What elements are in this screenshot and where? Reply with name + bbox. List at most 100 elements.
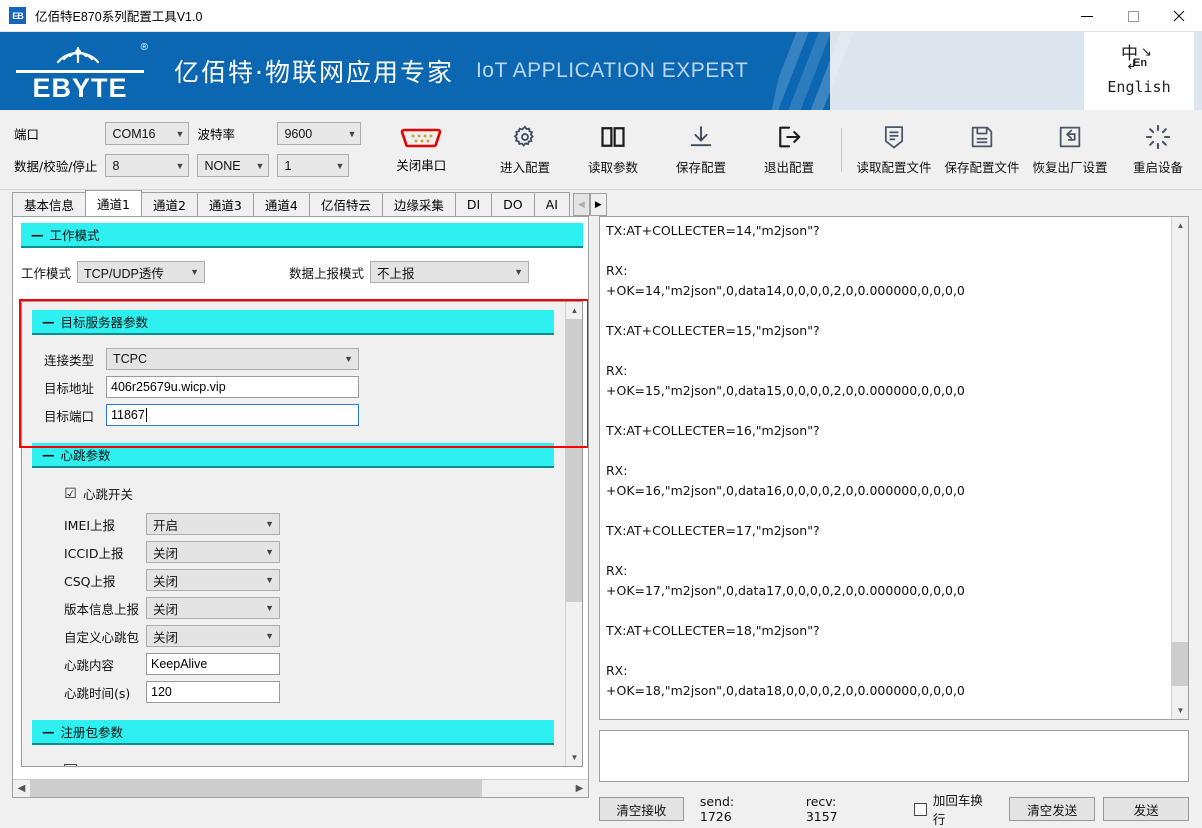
tab-di[interactable]: DI bbox=[455, 192, 492, 216]
close-button[interactable] bbox=[1156, 0, 1202, 32]
receive-log-box[interactable]: TX:AT+COLLECTER=14,"m2json"? RX: +OK=14,… bbox=[599, 216, 1189, 720]
register-switch-row[interactable] bbox=[64, 757, 554, 767]
save-config-button[interactable]: 保存配置 bbox=[657, 118, 745, 182]
version-report-select[interactable]: 关闭 ▼ bbox=[146, 597, 280, 619]
port-value: COM16 bbox=[112, 127, 155, 141]
csq-report-select[interactable]: 关闭 ▼ bbox=[146, 569, 280, 591]
report-mode-value: 不上报 bbox=[377, 263, 415, 282]
slogan-chinese: 亿佰特·物联网应用专家 bbox=[174, 53, 454, 89]
pane-horizontal-scrollbar[interactable]: ◀ ▶ bbox=[13, 779, 588, 797]
crlf-checkbox[interactable] bbox=[914, 803, 927, 816]
minimize-button[interactable] bbox=[1064, 0, 1110, 32]
tab-edge-collection[interactable]: 边缘采集 bbox=[382, 192, 456, 216]
settings-vertical-scrollbar[interactable]: ▲ ▼ bbox=[565, 302, 582, 766]
baud-select[interactable]: 9600▼ bbox=[277, 122, 361, 145]
parity-select[interactable]: NONE▼ bbox=[197, 154, 269, 177]
port-select[interactable]: COM16 ▼ bbox=[105, 122, 189, 145]
restart-icon bbox=[1144, 123, 1172, 151]
save-config-file-button[interactable]: 保存配置文件 bbox=[938, 118, 1026, 182]
main-content: — 工作模式 工作模式 TCP/UDP透传 ▼ 数据上报模式 不上报 ▼ bbox=[0, 216, 1202, 798]
send-input[interactable] bbox=[599, 730, 1189, 782]
scroll-up-button[interactable]: ▲ bbox=[566, 302, 583, 319]
settings-scroll-content: — 目标服务器参数 连接类型 TCPC ▼ 目标地址 406r25679u.w bbox=[22, 302, 564, 766]
scroll-right-button[interactable]: ▶ bbox=[571, 780, 588, 797]
stopbits-select[interactable]: 1▼ bbox=[277, 154, 349, 177]
imei-report-row: IMEI上报 开启 ▼ bbox=[32, 510, 554, 538]
heartbeat-switch-row[interactable]: ☑ 心跳开关 bbox=[64, 480, 554, 506]
heartbeat-section-header[interactable]: — 心跳参数 bbox=[32, 443, 554, 468]
tab-do[interactable]: DO bbox=[491, 192, 534, 216]
heartbeat-time-input[interactable]: 120 bbox=[146, 681, 280, 703]
crlf-toggle[interactable]: 加回车换行 bbox=[914, 790, 995, 828]
enter-config-button[interactable]: 进入配置 bbox=[481, 118, 569, 182]
dest-port-row: 目标端口 11867 bbox=[32, 401, 554, 429]
log-scroll-down-button[interactable]: ▼ bbox=[1172, 702, 1189, 719]
read-params-button[interactable]: 读取参数 bbox=[569, 118, 657, 182]
tab-basic-info[interactable]: 基本信息 bbox=[12, 192, 86, 216]
clear-receive-button[interactable]: 清空接收 bbox=[599, 797, 684, 821]
send-button[interactable]: 发送 bbox=[1103, 797, 1189, 821]
clear-send-button[interactable]: 清空发送 bbox=[1009, 797, 1095, 821]
restart-device-button[interactable]: 重启设备 bbox=[1114, 118, 1202, 182]
tab-bar: 基本信息 通道1 通道2 通道3 通道4 亿佰特云 边缘采集 DI DO AI … bbox=[0, 190, 1202, 216]
collapse-icon: — bbox=[42, 314, 55, 329]
read-params-label: 读取参数 bbox=[588, 157, 638, 176]
settings-scroll-area: — 目标服务器参数 连接类型 TCPC ▼ 目标地址 406r25679u.w bbox=[21, 301, 583, 767]
exit-config-button[interactable]: 退出配置 bbox=[745, 118, 833, 182]
conn-type-select[interactable]: TCPC ▼ bbox=[106, 348, 359, 370]
tab-channel-1[interactable]: 通道1 bbox=[85, 190, 142, 216]
databits-select[interactable]: 8▼ bbox=[105, 154, 189, 177]
custom-heartbeat-select[interactable]: 关闭 ▼ bbox=[146, 625, 280, 647]
text-caret bbox=[146, 408, 147, 422]
register-section-header[interactable]: — 注册包参数 bbox=[32, 720, 554, 745]
horizontal-scroll-thumb[interactable] bbox=[30, 780, 482, 797]
tab-channel-2[interactable]: 通道2 bbox=[141, 192, 198, 216]
tab-scroll-left-button[interactable]: ◀ bbox=[573, 193, 590, 216]
scroll-down-button[interactable]: ▼ bbox=[566, 749, 583, 766]
horizontal-scroll-track[interactable] bbox=[30, 780, 571, 797]
minimize-icon bbox=[1081, 16, 1093, 17]
serial-toggle-button[interactable]: 关闭串口 bbox=[385, 125, 457, 174]
recv-count: recv: 3157 bbox=[806, 794, 872, 824]
chevron-down-icon: ▼ bbox=[176, 129, 185, 139]
work-mode-select[interactable]: TCP/UDP透传 ▼ bbox=[77, 261, 205, 283]
tab-ai[interactable]: AI bbox=[534, 192, 570, 216]
work-mode-section-header[interactable]: — 工作模式 bbox=[21, 223, 583, 248]
log-vertical-scrollbar[interactable]: ▲ ▼ bbox=[1171, 217, 1188, 719]
language-en-glyph: En bbox=[1133, 58, 1147, 69]
report-mode-label: 数据上报模式 bbox=[289, 263, 364, 282]
tab-ebyte-cloud[interactable]: 亿佰特云 bbox=[309, 192, 383, 216]
heartbeat-switch-label: 心跳开关 bbox=[83, 484, 133, 503]
restore-factory-button[interactable]: 恢复出厂设置 bbox=[1026, 118, 1114, 182]
heartbeat-switch-checkbox[interactable]: ☑ bbox=[64, 487, 77, 500]
gear-icon bbox=[511, 123, 539, 151]
imei-report-select[interactable]: 开启 ▼ bbox=[146, 513, 280, 535]
read-config-file-button[interactable]: 读取配置文件 bbox=[850, 118, 938, 182]
register-switch-checkbox[interactable] bbox=[64, 764, 77, 768]
dest-addr-input[interactable]: 406r25679u.wicp.vip bbox=[106, 376, 359, 398]
conn-type-value: TCPC bbox=[113, 352, 147, 366]
maximize-button[interactable] bbox=[1110, 0, 1156, 32]
heartbeat-content-label: 心跳内容 bbox=[64, 655, 146, 674]
exit-config-label: 退出配置 bbox=[764, 157, 814, 176]
server-params-section-header[interactable]: — 目标服务器参数 bbox=[32, 310, 554, 335]
tab-channel-4[interactable]: 通道4 bbox=[253, 192, 310, 216]
report-mode-select[interactable]: 不上报 ▼ bbox=[370, 261, 529, 283]
tab-channel-3[interactable]: 通道3 bbox=[197, 192, 254, 216]
enter-config-label: 进入配置 bbox=[500, 157, 550, 176]
chevron-down-icon: ▼ bbox=[265, 519, 274, 529]
conn-type-label: 连接类型 bbox=[44, 350, 106, 369]
vertical-scroll-thumb[interactable] bbox=[566, 319, 583, 602]
tab-scroll-right-button[interactable]: ▶ bbox=[590, 193, 607, 216]
heartbeat-content-value: KeepAlive bbox=[151, 657, 207, 671]
log-scroll-up-button[interactable]: ▲ bbox=[1172, 217, 1189, 234]
logo-wordmark: EBYTE bbox=[16, 70, 144, 102]
work-mode-section-title: 工作模式 bbox=[50, 225, 100, 244]
language-switch[interactable]: 中 ↘ ↲ En English bbox=[1084, 32, 1194, 110]
heartbeat-content-input[interactable]: KeepAlive bbox=[146, 653, 280, 675]
chevron-down-icon: ▼ bbox=[514, 267, 523, 277]
log-vertical-scroll-thumb[interactable] bbox=[1172, 642, 1189, 686]
scroll-left-button[interactable]: ◀ bbox=[13, 780, 30, 797]
iccid-report-select[interactable]: 关闭 ▼ bbox=[146, 541, 280, 563]
dest-port-input[interactable]: 11867 bbox=[106, 404, 359, 426]
